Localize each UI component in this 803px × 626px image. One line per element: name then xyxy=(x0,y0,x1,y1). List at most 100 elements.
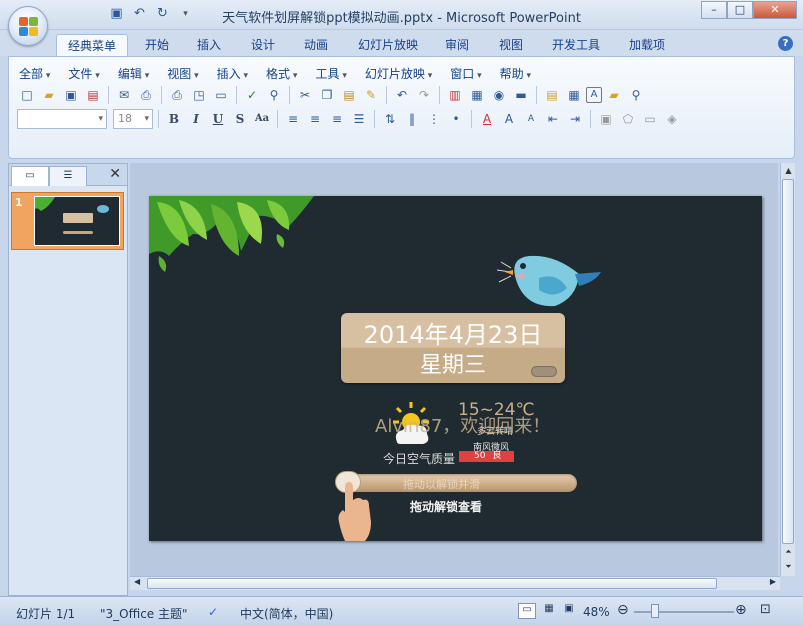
underline-icon[interactable]: U xyxy=(208,109,228,129)
publish-pdf-icon[interactable]: ⎙ xyxy=(136,85,156,105)
menu-view[interactable]: 视图 xyxy=(159,65,208,82)
grow-font-icon[interactable]: A xyxy=(499,109,519,129)
menu-insert[interactable]: 插入 xyxy=(209,65,258,82)
copy-icon[interactable]: ❐ xyxy=(317,85,337,105)
text-direction-icon[interactable]: ⇅ xyxy=(380,109,400,129)
align-center-icon[interactable]: ≡ xyxy=(305,109,325,129)
numbering-icon[interactable]: ⋮ xyxy=(424,109,444,129)
arrange-icon[interactable]: ▣ xyxy=(596,109,616,129)
text-box-icon[interactable]: A xyxy=(586,87,602,103)
office-button[interactable] xyxy=(8,6,48,46)
maximize-button[interactable]: □ xyxy=(727,1,753,19)
scroll-right-icon[interactable]: ▶ xyxy=(770,577,776,586)
print-preview-icon[interactable]: ◳ xyxy=(189,85,209,105)
scroll-up-icon[interactable]: ▲ xyxy=(781,163,796,179)
font-size-combo[interactable]: 18 xyxy=(113,109,153,129)
font-name-combo[interactable] xyxy=(17,109,107,129)
menu-window[interactable]: 窗口 xyxy=(442,65,491,82)
find-icon[interactable]: ⚲ xyxy=(626,85,646,105)
tab-developer[interactable]: 开发工具 xyxy=(543,34,609,56)
menu-tools[interactable]: 工具 xyxy=(307,65,356,82)
shape-style-icon[interactable]: ▭ xyxy=(640,109,660,129)
tab-home[interactable]: 开始 xyxy=(136,34,178,56)
open-folder-icon[interactable]: ▰ xyxy=(604,85,624,105)
spell-check-icon[interactable]: ✓ xyxy=(208,605,218,619)
normal-view-icon[interactable]: ▭ xyxy=(518,603,536,619)
horizontal-scrollbar[interactable]: ◀ ▶ xyxy=(130,576,780,590)
zoom-slider-track[interactable] xyxy=(634,611,734,613)
layout-icon[interactable]: ▦ xyxy=(564,85,584,105)
tab-addins[interactable]: 加载项 xyxy=(620,34,674,56)
horizontal-scroll-thumb[interactable] xyxy=(147,578,717,589)
insert-chart-icon[interactable]: ▥ xyxy=(445,85,465,105)
research-icon[interactable]: ⚲ xyxy=(264,85,284,105)
insert-picture-icon[interactable]: ◉ xyxy=(489,85,509,105)
align-right-icon[interactable]: ≡ xyxy=(327,109,347,129)
close-button[interactable]: ✕ xyxy=(753,1,797,19)
tab-animation[interactable]: 动画 xyxy=(295,34,337,56)
slide-thumbnail[interactable]: 1 xyxy=(11,192,124,250)
bullets-icon[interactable]: • xyxy=(446,109,466,129)
bold-icon[interactable]: B xyxy=(164,109,184,129)
outline-tab-icon[interactable]: ☰ xyxy=(49,166,87,186)
justify-icon[interactable]: ☰ xyxy=(349,109,369,129)
vertical-scroll-thumb[interactable] xyxy=(782,179,794,544)
color-scheme-icon[interactable]: ▬ xyxy=(511,85,531,105)
fit-to-window-icon[interactable]: ⊡ xyxy=(760,602,771,617)
increase-indent-icon[interactable]: ⇥ xyxy=(565,109,585,129)
menu-slideshow[interactable]: 幻灯片放映 xyxy=(357,65,442,82)
previous-slide-icon[interactable]: ⏶ xyxy=(781,544,796,560)
undo-icon[interactable]: ↶ xyxy=(392,85,412,105)
title-bar: ▣ ↶ ↻ ▾ 天气软件划屏解锁ppt模拟动画.pptx - Microsoft… xyxy=(0,0,803,30)
font-color-icon[interactable]: A xyxy=(477,109,497,129)
paste-icon[interactable]: ▤ xyxy=(339,85,359,105)
italic-icon[interactable]: I xyxy=(186,109,206,129)
tab-insert[interactable]: 插入 xyxy=(188,34,230,56)
zoom-level[interactable]: 48% xyxy=(583,605,610,619)
minimize-button[interactable]: – xyxy=(701,1,727,19)
tab-slideshow[interactable]: 幻灯片放映 xyxy=(350,34,426,56)
menu-all[interactable]: 全部 xyxy=(19,65,60,82)
insert-table-icon[interactable]: ▦ xyxy=(467,85,487,105)
menu-help[interactable]: 帮助 xyxy=(492,65,541,82)
tab-review[interactable]: 审阅 xyxy=(436,34,478,56)
vertical-scrollbar[interactable]: ▲ ⏶ ⏷ xyxy=(780,163,795,576)
columns-icon[interactable]: ‖ xyxy=(402,109,422,129)
slide-canvas[interactable]: 2014年4月23日 星期三 15~24℃ 多云转晴 Alvin87，欢迎回来！… xyxy=(149,196,762,541)
print-icon[interactable]: ⎙ xyxy=(167,85,187,105)
save-icon[interactable]: ▣ xyxy=(61,85,81,105)
shadow-icon[interactable]: S xyxy=(230,109,250,129)
align-left-icon[interactable]: ≡ xyxy=(283,109,303,129)
scroll-left-icon[interactable]: ◀ xyxy=(134,577,140,586)
page-layout-icon[interactable]: ▭ xyxy=(211,85,231,105)
new-document-icon[interactable]: □ xyxy=(17,85,37,105)
shrink-font-icon[interactable]: A xyxy=(521,109,541,129)
zoom-in-icon[interactable]: ⊕ xyxy=(735,602,747,618)
tab-design[interactable]: 设计 xyxy=(242,34,284,56)
close-pane-icon[interactable]: ✕ xyxy=(109,166,121,182)
shapes-icon[interactable]: ⬠ xyxy=(618,109,638,129)
tab-classic-menu[interactable]: 经典菜单 xyxy=(56,34,128,56)
shape-fill-icon[interactable]: ◈ xyxy=(662,109,682,129)
change-case-icon[interactable]: Aa xyxy=(252,109,272,129)
decrease-indent-icon[interactable]: ⇤ xyxy=(543,109,563,129)
menu-edit[interactable]: 编辑 xyxy=(110,65,159,82)
new-slide-icon[interactable]: ▤ xyxy=(542,85,562,105)
spelling-icon[interactable]: ✓ xyxy=(242,85,262,105)
cut-icon[interactable]: ✂ xyxy=(295,85,315,105)
slides-tab-icon[interactable]: ▭ xyxy=(11,166,49,186)
menu-file[interactable]: 文件 xyxy=(60,65,109,82)
help-icon[interactable]: ? xyxy=(778,36,793,51)
tab-view[interactable]: 视图 xyxy=(490,34,532,56)
mail-icon[interactable]: ✉ xyxy=(114,85,134,105)
slideshow-view-icon[interactable]: ▣ xyxy=(560,603,578,619)
slide-sorter-icon[interactable]: ▦ xyxy=(540,603,558,619)
zoom-out-icon[interactable]: ⊖ xyxy=(617,602,629,618)
next-slide-icon[interactable]: ⏷ xyxy=(781,559,796,575)
permission-icon[interactable]: ▤ xyxy=(83,85,103,105)
format-painter-icon[interactable]: ✎ xyxy=(361,85,381,105)
redo-icon[interactable]: ↷ xyxy=(414,85,434,105)
menu-format[interactable]: 格式 xyxy=(258,65,307,82)
open-folder-icon[interactable]: ▰ xyxy=(39,85,59,105)
zoom-slider-thumb[interactable] xyxy=(651,604,659,618)
